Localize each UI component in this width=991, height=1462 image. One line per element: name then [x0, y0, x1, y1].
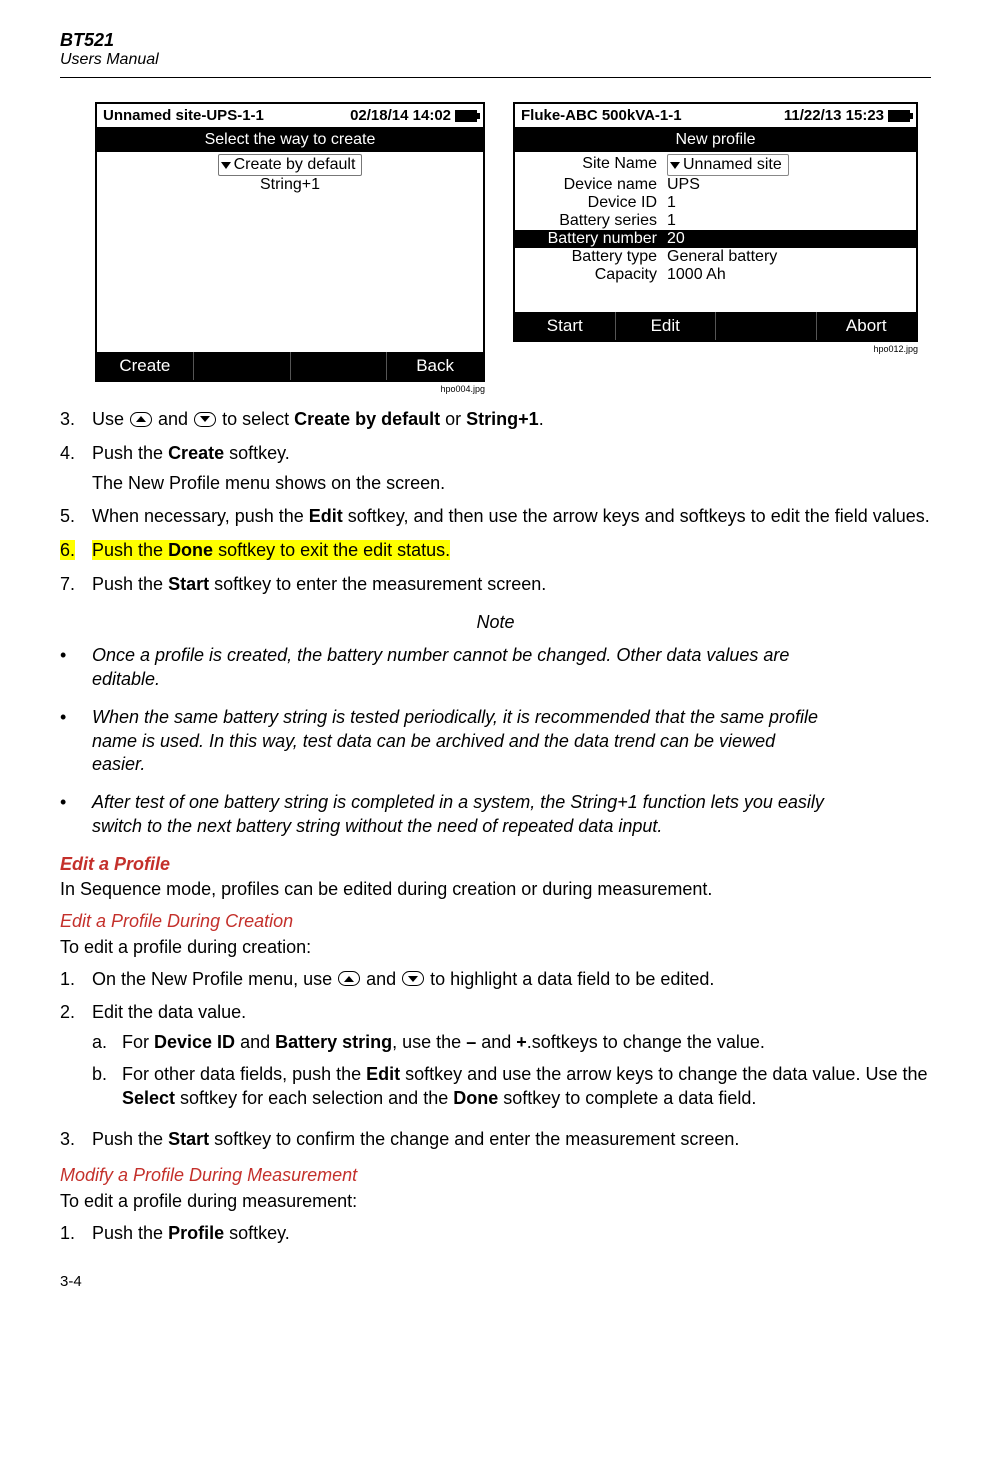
chevron-down-icon — [221, 162, 231, 169]
screen1-selected-option: Create by default — [218, 154, 363, 176]
step-7: 7. Push the Start softkey to enter the m… — [60, 573, 931, 597]
row-battery-series: Battery series 1 — [515, 212, 916, 230]
screen2-title-right: 11/22/13 15:23 — [784, 107, 884, 124]
screen2-caption: hpo012.jpg — [873, 344, 918, 354]
ec-substeps: a. For Device ID and Battery string, use… — [92, 1031, 931, 1110]
softkey-back: Back — [387, 352, 483, 380]
screen1-body: Create by default String+1 — [97, 152, 483, 352]
modify-measure-steps: 1. Push the Profile softkey. — [60, 1222, 931, 1246]
heading-modify-measure: Modify a Profile During Measurement — [60, 1164, 931, 1188]
screen2-heading: New profile — [515, 128, 916, 152]
screen2-body: Site Name Unnamed site Device name UPS D… — [515, 152, 916, 312]
screen1-heading: Select the way to create — [97, 128, 483, 152]
note-1: •Once a profile is created, the battery … — [60, 644, 931, 692]
heading-edit-creation: Edit a Profile During Creation — [60, 910, 931, 934]
doc-subtitle: Users Manual — [60, 51, 931, 69]
device-screen-2: Fluke-ABC 500kVA-1-1 11/22/13 15:23 New … — [513, 102, 918, 342]
header-rule — [60, 77, 931, 78]
screen1-option2: String+1 — [105, 176, 475, 194]
page-number: 3-4 — [60, 1273, 931, 1290]
edit-profile-intro: In Sequence mode, profiles can be edited… — [60, 878, 931, 902]
screen2-title-left: Fluke-ABC 500kVA-1-1 — [521, 107, 682, 124]
softkey-abort: Abort — [817, 312, 917, 340]
ec-step-1: 1. On the New Profile menu, use and to h… — [60, 968, 931, 992]
softkey-edit: Edit — [616, 312, 717, 340]
step-6: 6. Push the Done softkey to exit the edi… — [60, 539, 931, 563]
step-4-sub: The New Profile menu shows on the screen… — [92, 472, 931, 496]
screen1-title-left: Unnamed site-UPS-1-1 — [103, 107, 264, 124]
note-heading: Note — [60, 611, 931, 635]
ec-step-2: 2. Edit the data value. a. For Device ID… — [60, 1001, 931, 1118]
screen2-softkeys: Start Edit Abort — [515, 312, 916, 340]
softkey-empty — [291, 352, 388, 380]
battery-icon — [455, 110, 477, 122]
step-5: 5. When necessary, push the Edit softkey… — [60, 505, 931, 529]
ec-step-2b: b. For other data fields, push the Edit … — [92, 1063, 931, 1111]
note-2: •When the same battery string is tested … — [60, 706, 931, 777]
row-device-id: Device ID 1 — [515, 194, 916, 212]
note-list: •Once a profile is created, the battery … — [60, 644, 931, 838]
up-key-icon — [130, 412, 152, 427]
screenshots-row: Unnamed site-UPS-1-1 02/18/14 14:02 Sele… — [95, 102, 931, 394]
row-capacity: Capacity 1000 Ah — [515, 266, 916, 284]
chevron-down-icon — [670, 162, 680, 169]
row-battery-number: Battery number 20 — [515, 230, 916, 248]
edit-creation-intro: To edit a profile during creation: — [60, 936, 931, 960]
device-screen-1: Unnamed site-UPS-1-1 02/18/14 14:02 Sele… — [95, 102, 485, 382]
ec-step-3: 3. Push the Start softkey to confirm the… — [60, 1128, 931, 1152]
step-4: 4. Push the Create softkey. The New Prof… — [60, 442, 931, 496]
row-device-name: Device name UPS — [515, 176, 916, 194]
step-3: 3. Use and to select Create by default o… — [60, 408, 931, 432]
screenshot-1-wrap: Unnamed site-UPS-1-1 02/18/14 14:02 Sele… — [95, 102, 485, 394]
page-header: BT521 Users Manual — [60, 30, 931, 69]
heading-edit-profile: Edit a Profile — [60, 853, 931, 877]
battery-icon — [888, 110, 910, 122]
main-content: 3. Use and to select Create by default o… — [60, 408, 931, 1245]
doc-model: BT521 — [60, 30, 931, 51]
screen1-title-right: 02/18/14 14:02 — [350, 107, 451, 124]
row-site-name: Site Name Unnamed site — [515, 152, 916, 176]
up-key-icon — [338, 971, 360, 986]
softkey-create: Create — [97, 352, 194, 380]
modify-measure-intro: To edit a profile during measurement: — [60, 1190, 931, 1214]
mm-step-1: 1. Push the Profile softkey. — [60, 1222, 931, 1246]
edit-creation-steps: 1. On the New Profile menu, use and to h… — [60, 968, 931, 1153]
screen1-caption: hpo004.jpg — [440, 384, 485, 394]
screenshot-2-wrap: Fluke-ABC 500kVA-1-1 11/22/13 15:23 New … — [513, 102, 918, 354]
softkey-empty — [194, 352, 291, 380]
screen2-titlebar: Fluke-ABC 500kVA-1-1 11/22/13 15:23 — [515, 104, 916, 128]
softkey-start: Start — [515, 312, 616, 340]
note-3: •After test of one battery string is com… — [60, 791, 931, 839]
ec-step-2a: a. For Device ID and Battery string, use… — [92, 1031, 931, 1055]
procedure-steps: 3. Use and to select Create by default o… — [60, 408, 931, 597]
screen1-softkeys: Create Back — [97, 352, 483, 380]
down-key-icon — [402, 971, 424, 986]
down-key-icon — [194, 412, 216, 427]
row-battery-type: Battery type General battery — [515, 248, 916, 266]
screen1-titlebar: Unnamed site-UPS-1-1 02/18/14 14:02 — [97, 104, 483, 128]
softkey-empty — [716, 312, 817, 340]
